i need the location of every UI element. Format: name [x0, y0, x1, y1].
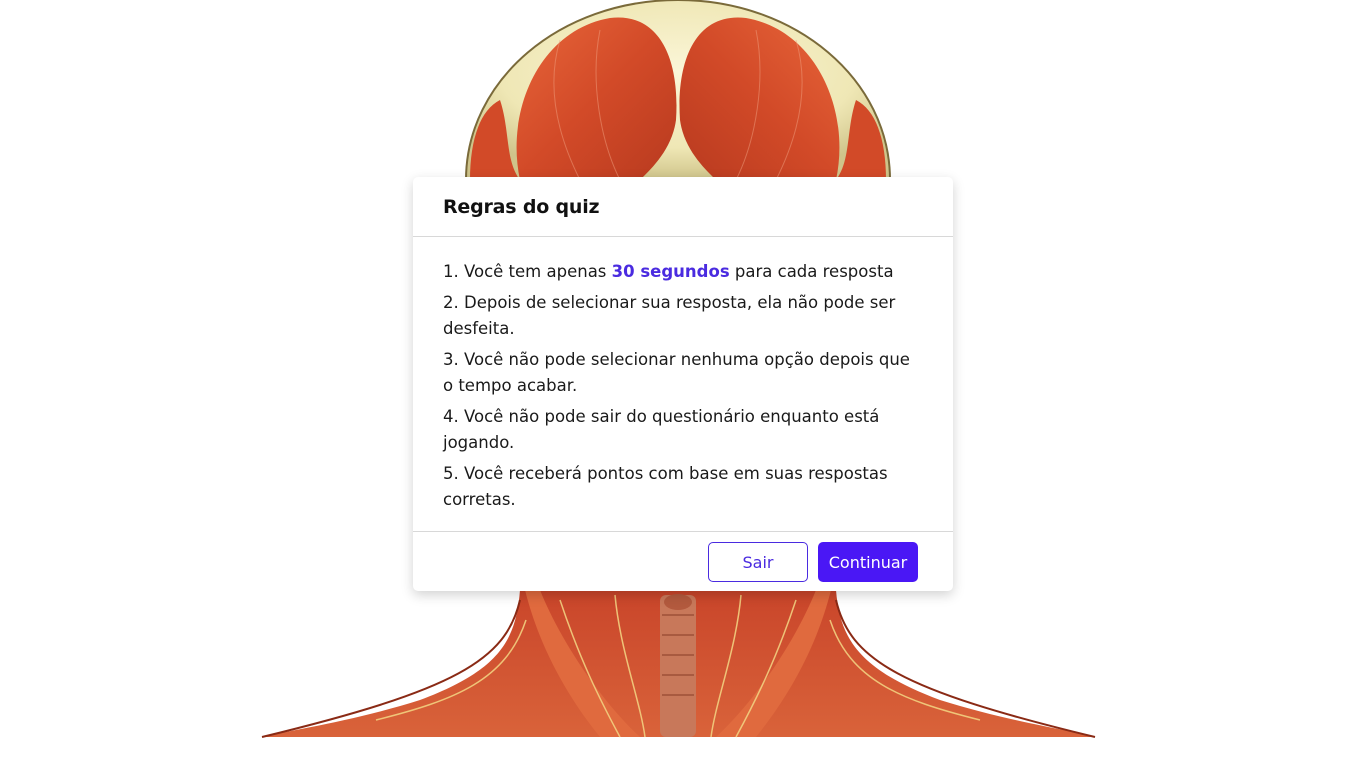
dialog-title: Regras do quiz — [443, 195, 600, 218]
dialog-header: Regras do quiz — [413, 177, 953, 237]
quiz-rules-dialog: Regras do quiz 1. Você tem apenas 30 seg… — [413, 177, 953, 591]
rule-1-highlight: 30 segundos — [611, 262, 730, 281]
dialog-footer: Sair Continuar — [413, 531, 953, 591]
continue-button[interactable]: Continuar — [818, 542, 918, 582]
quit-button[interactable]: Sair — [708, 542, 808, 582]
rule-item-4: 4. Você não pode sair do questionário en… — [443, 404, 923, 456]
rule-item-1: 1. Você tem apenas 30 segundos para cada… — [443, 259, 923, 285]
rule-2-text: 2. Depois de selecionar sua resposta, el… — [443, 293, 896, 338]
rule-item-3: 3. Você não pode selecionar nenhuma opçã… — [443, 347, 923, 399]
rule-item-2: 2. Depois de selecionar sua resposta, el… — [443, 290, 923, 342]
rule-3-text: 3. Você não pode selecionar nenhuma opçã… — [443, 350, 910, 395]
rule-4-text: 4. Você não pode sair do questionário en… — [443, 407, 880, 452]
quiz-page: Regras do quiz 1. Você tem apenas 30 seg… — [0, 0, 1366, 768]
rules-list: 1. Você tem apenas 30 segundos para cada… — [413, 237, 953, 513]
rule-5-text: 5. Você receberá pontos com base em suas… — [443, 464, 888, 509]
rule-1-text: 1. Você tem apenas — [443, 262, 612, 281]
rule-1-suffix: para cada resposta — [729, 262, 894, 281]
rule-item-5: 5. Você receberá pontos com base em suas… — [443, 461, 923, 513]
